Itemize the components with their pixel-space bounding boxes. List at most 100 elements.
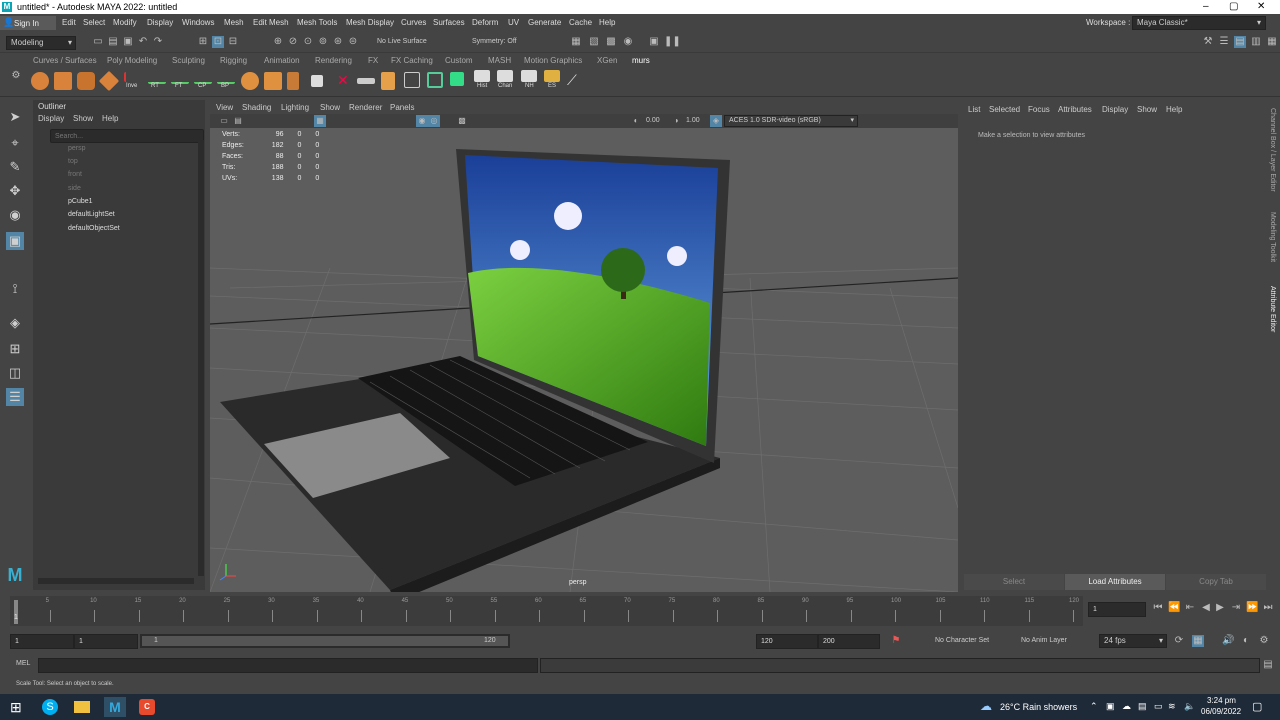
sound-icon[interactable]: 🔊 <box>1222 635 1234 647</box>
grid-uv-icon[interactable] <box>404 72 420 88</box>
shelf-tab-custom[interactable]: Custom <box>445 56 473 65</box>
select-object-icon[interactable]: ⊡ <box>212 36 224 48</box>
hypershade-icon[interactable]: ◉ <box>622 36 634 48</box>
vp-menu-lighting[interactable]: Lighting <box>281 103 309 112</box>
menu-deform[interactable]: Deform <box>472 18 498 27</box>
skype-icon[interactable]: S <box>42 699 58 715</box>
history-icon[interactable] <box>474 70 490 82</box>
workspace-dropdown[interactable]: Maya Classic* ▾ <box>1132 16 1266 30</box>
play-forward-icon[interactable]: ▶ <box>1214 602 1226 614</box>
snap-point-icon[interactable]: ⊙ <box>302 36 314 48</box>
menu-cache[interactable]: Cache <box>569 18 592 27</box>
shelf-settings-icon[interactable]: ⚙ <box>10 70 22 82</box>
menu-mesh-tools[interactable]: Mesh Tools <box>297 18 337 27</box>
select-hierarchy-icon[interactable]: ⊞ <box>197 36 209 48</box>
outliner-layout-icon[interactable]: ☰ <box>6 388 24 406</box>
gamma-icon[interactable]: ◑ <box>670 115 682 127</box>
single-view-icon[interactable]: ◈ <box>6 314 24 332</box>
loop-icon[interactable]: ⟳ <box>1173 635 1185 647</box>
bevel-icon[interactable] <box>357 78 375 84</box>
symmetry-label[interactable]: Symmetry: Off <box>472 38 517 45</box>
go-to-start-icon[interactable]: ⏮ <box>1152 602 1164 614</box>
file-explorer-icon[interactable] <box>74 701 90 713</box>
windows-start-icon[interactable]: ⊞ <box>10 699 22 716</box>
menu-surfaces[interactable]: Surfaces <box>433 18 465 27</box>
outliner-item-front[interactable]: front <box>68 171 82 178</box>
wifi-icon[interactable]: ≋ <box>1168 701 1176 712</box>
snap-curve-icon[interactable]: ⊘ <box>287 36 299 48</box>
cylinder-icon[interactable] <box>77 72 95 90</box>
mirror-x-icon[interactable]: ✕ <box>337 72 355 90</box>
shelf-tab-animation[interactable]: Animation <box>264 56 300 65</box>
sphere-icon[interactable] <box>31 72 49 90</box>
modeling-toolkit-icon[interactable]: ⚒ <box>1202 36 1214 48</box>
tool-settings-icon[interactable]: ▥ <box>1250 36 1262 48</box>
outliner-h-scrollbar[interactable] <box>38 578 194 584</box>
weather-icon[interactable]: ☁ <box>980 699 992 713</box>
channel-box-tab[interactable]: Channel Box / Layer Editor <box>1269 108 1276 192</box>
script-editor-icon[interactable]: ▤ <box>1262 659 1274 671</box>
side-by-side-icon[interactable]: ◫ <box>6 364 24 382</box>
outliner-v-scrollbar[interactable] <box>198 140 204 576</box>
bridge-icon[interactable] <box>381 72 395 90</box>
ae-menu-focus[interactable]: Focus <box>1028 105 1050 114</box>
cache-playback-icon[interactable]: ▦ <box>1192 635 1204 647</box>
maya-taskbar-icon[interactable]: M <box>104 697 126 717</box>
paint-select-icon[interactable]: ✎ <box>6 158 24 176</box>
select-component-icon[interactable]: ⊟ <box>227 36 239 48</box>
shelf-tab-fx[interactable]: FX <box>368 56 378 65</box>
clock-time[interactable]: 3:24 pm <box>1207 696 1236 705</box>
wireframe-on-shaded-icon[interactable]: ◎ <box>428 115 440 127</box>
volume-icon[interactable]: 🔈 <box>1184 701 1195 712</box>
select-tool-icon[interactable]: ➤ <box>6 108 24 126</box>
outliner-menu-show[interactable]: Show <box>73 114 93 123</box>
current-frame-field[interactable]: 1 <box>1088 602 1146 617</box>
outliner-item-top[interactable]: top <box>68 158 78 165</box>
outliner-menu-display[interactable]: Display <box>38 114 64 123</box>
range-handle[interactable]: 1 120 <box>142 636 508 646</box>
menu-display[interactable]: Display <box>147 18 173 27</box>
diamond-icon[interactable] <box>98 70 120 92</box>
torus-icon[interactable] <box>241 72 259 90</box>
outliner-item-defaultobjectset[interactable]: defaultObjectSet <box>68 225 120 232</box>
anim-prefs-icon[interactable]: ◐ <box>1240 635 1252 647</box>
channel-icon[interactable] <box>497 70 513 82</box>
cursor-icon[interactable] <box>124 72 142 82</box>
cube-icon[interactable] <box>54 72 72 90</box>
vp-menu-renderer[interactable]: Renderer <box>349 103 382 112</box>
shelf-tab-motion-graphics[interactable]: Motion Graphics <box>524 56 582 65</box>
lasso-tool-icon[interactable]: ⌖ <box>6 134 24 152</box>
ipr-render-icon[interactable]: ▧ <box>588 36 600 48</box>
anim-layer-dropdown[interactable]: No Anim Layer <box>1021 637 1067 644</box>
snap-pivot-icon[interactable]: ⊜ <box>347 36 359 48</box>
menu-mesh[interactable]: Mesh <box>224 18 244 27</box>
animation-start-field[interactable]: 1 <box>10 634 74 649</box>
shelf-tab-fx-caching[interactable]: FX Caching <box>391 56 433 65</box>
minimize-icon[interactable]: – <box>1203 1 1209 12</box>
maximize-icon[interactable]: ▢ <box>1229 1 1238 12</box>
go-to-end-icon[interactable]: ⏭ <box>1262 602 1274 614</box>
menu-mesh-display[interactable]: Mesh Display <box>346 18 394 27</box>
camera-bookmark-icon[interactable]: ▤ <box>232 115 244 127</box>
normal-hardness-icon[interactable] <box>521 70 537 82</box>
render-frame-icon[interactable]: ▦ <box>570 36 582 48</box>
snap-grid-icon[interactable]: ⊕ <box>272 36 284 48</box>
menu-edit-mesh[interactable]: Edit Mesh <box>253 18 289 27</box>
smooth-shade-icon[interactable]: ◉ <box>416 115 428 127</box>
shelf-tab-poly-modeling[interactable]: Poly Modeling <box>107 56 157 65</box>
ae-select-button[interactable]: Select <box>964 574 1064 590</box>
camera-attributes-icon[interactable]: ▭ <box>218 115 230 127</box>
shelf-tab-murs[interactable]: murs <box>632 56 650 65</box>
vp-menu-panels[interactable]: Panels <box>390 103 414 112</box>
menu-select[interactable]: Select <box>83 18 105 27</box>
colorspace-dropdown[interactable]: ACES 1.0 SDR-video (sRGB) ▾ <box>724 115 858 127</box>
time-slider[interactable]: 5 10 15 20 25 30 35 40 45 50 55 60 65 70 75 80 85 90 95 100… <box>0 596 1280 628</box>
shelf-tab-mash[interactable]: MASH <box>488 56 511 65</box>
last-tool-icon[interactable]: ⟟ <box>6 280 24 298</box>
shelf-tab-curves-surfaces[interactable]: Curves / Surfaces <box>33 56 97 65</box>
tray-chevron-icon[interactable]: ⌃ <box>1090 701 1098 712</box>
shelf-tab-sculpting[interactable]: Sculpting <box>172 56 205 65</box>
textured-icon[interactable]: ▩ <box>456 115 468 127</box>
vp-menu-show[interactable]: Show <box>320 103 340 112</box>
scale-tool-icon[interactable]: ▣ <box>6 232 24 250</box>
